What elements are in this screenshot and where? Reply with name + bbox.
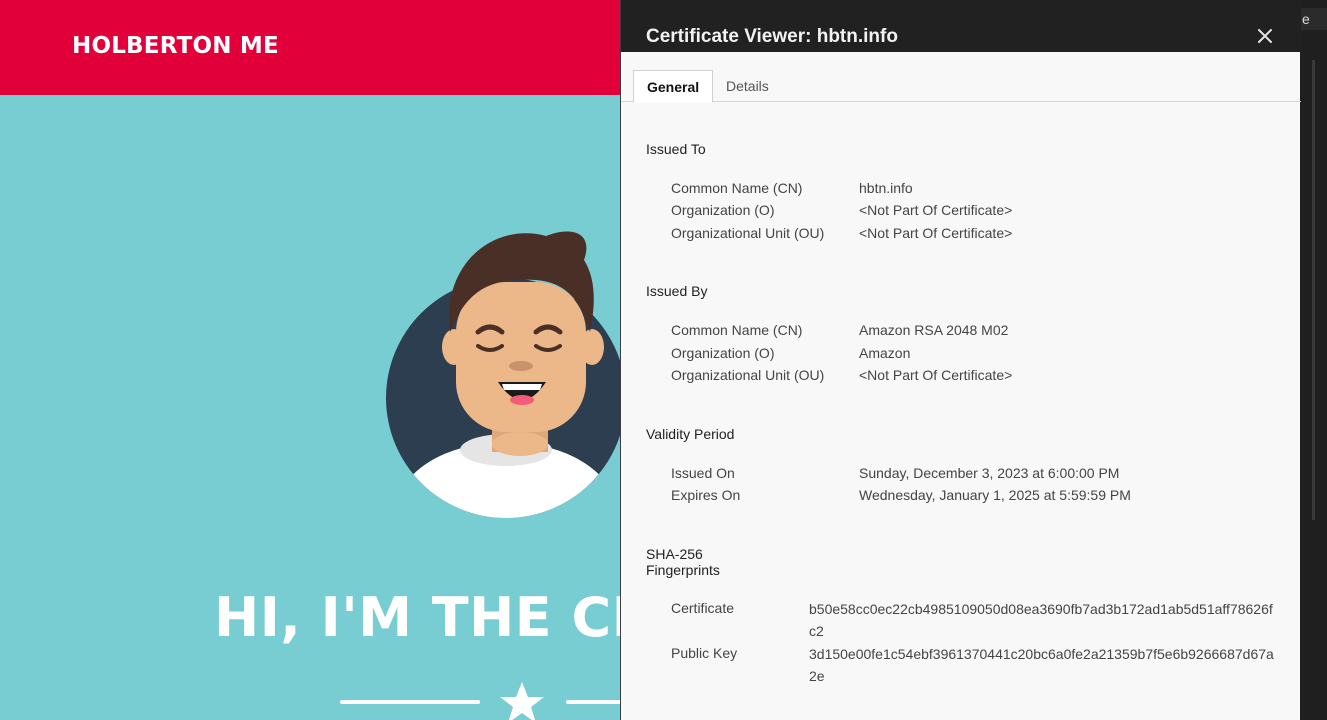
- issued-by-cn-label: Common Name (CN): [671, 322, 803, 338]
- avatar-illustration: [386, 231, 626, 518]
- section-validity-title: Validity Period: [646, 426, 735, 442]
- dialog-header: Certificate Viewer: hbtn.info: [621, 0, 1301, 52]
- hero-divider-right: [566, 700, 626, 704]
- star-icon: [500, 682, 544, 720]
- tab-details[interactable]: Details: [713, 70, 782, 102]
- close-icon[interactable]: [1253, 24, 1277, 48]
- issued-by-ou-value: <Not Part Of Certificate>: [859, 367, 1013, 383]
- fingerprint-certificate-value: b50e58cc0ec22cb4985109050d08ea3690fb7ad3…: [809, 601, 1273, 639]
- issued-to-ou-value: <Not Part Of Certificate>: [859, 225, 1013, 241]
- issued-by-o-value: Amazon: [859, 345, 911, 361]
- fingerprint-public-key-value: 3d150e00fe1c54ebf3961370441c20bc6a0fe2a2…: [809, 646, 1274, 684]
- fingerprint-public-key-label: Public Key: [671, 645, 738, 661]
- hero-title: HI, I'M THE CH: [214, 586, 658, 649]
- scrollbar[interactable]: [1312, 60, 1315, 520]
- issued-to-cn-value: hbtn.info: [859, 180, 913, 196]
- expires-on-value: Wednesday, January 1, 2025 at 5:59:59 PM: [859, 487, 1131, 503]
- browser-tab-fragment[interactable]: e: [1300, 8, 1327, 30]
- section-issued-to-title: Issued To: [646, 141, 706, 157]
- dialog-title: Certificate Viewer: hbtn.info: [646, 26, 898, 47]
- section-issued-by-title: Issued By: [646, 283, 708, 299]
- issued-by-cn-value: Amazon RSA 2048 M02: [859, 322, 1009, 338]
- issued-on-value: Sunday, December 3, 2023 at 6:00:00 PM: [859, 465, 1120, 481]
- issued-by-ou-label: Organizational Unit (OU): [671, 367, 825, 383]
- issued-to-o-value: <Not Part Of Certificate>: [859, 202, 1013, 218]
- certificate-viewer-dialog: Certificate Viewer: hbtn.info General De…: [620, 0, 1301, 720]
- section-fingerprints-title-line2: Fingerprints: [646, 562, 720, 578]
- expires-on-label: Expires On: [671, 487, 741, 503]
- issued-to-ou-label: Organizational Unit (OU): [671, 225, 825, 241]
- section-fingerprints-title-line1: SHA-256: [646, 546, 703, 562]
- issued-to-cn-label: Common Name (CN): [671, 180, 803, 196]
- dialog-tabs: General Details: [621, 68, 1301, 103]
- issued-to-o-label: Organization (O): [671, 202, 775, 218]
- hero-divider-left: [340, 700, 480, 704]
- fingerprint-certificate-label: Certificate: [671, 600, 735, 616]
- issued-by-o-label: Organization (O): [671, 345, 775, 361]
- site-brand[interactable]: HOLBERTON ME: [72, 33, 279, 59]
- tab-general[interactable]: General: [633, 70, 714, 103]
- browser-side-strip: e: [1300, 0, 1327, 720]
- issued-on-label: Issued On: [671, 465, 735, 481]
